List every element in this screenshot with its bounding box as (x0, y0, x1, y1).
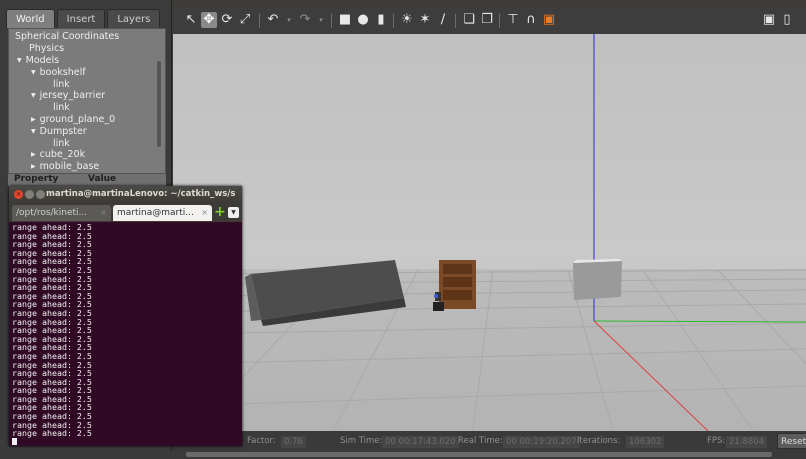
bottom-scroll-strip (0, 451, 806, 459)
cube-20k-model[interactable] (573, 259, 622, 300)
spot-light-icon[interactable]: ✶ (417, 12, 433, 28)
toolbar: ↖ ✥ ⟳ ⤢ ↶ ▾ ↷ ▾ ■ ● ▮ ☀ ✶ ∕ ❏ ❐ ⊤ ∩ ▣ ▣ … (173, 8, 806, 34)
horizontal-scrollbar[interactable] (186, 452, 772, 457)
translate-icon[interactable]: ✥ (201, 12, 217, 28)
terminal-tab-active[interactable]: martina@marti... × (113, 205, 212, 221)
world-tree: Spherical Coordinates Physics Models boo… (8, 28, 166, 174)
terminal-line: range ahead: 2.5 (12, 428, 92, 439)
terminal-tab-label: martina@marti... (117, 208, 194, 218)
jersey-barrier-model[interactable] (245, 260, 406, 326)
real-time-label: Real Time: (458, 436, 503, 446)
paste-icon[interactable]: ❐ (479, 12, 495, 28)
terminal-cursor (12, 437, 17, 445)
tree-item-physics[interactable]: Physics (29, 43, 64, 54)
tab-insert[interactable]: Insert (56, 9, 106, 28)
y-axis-line (593, 320, 806, 323)
align-icon[interactable]: ⊤ (505, 12, 521, 28)
cylinder-shape-icon[interactable]: ▮ (373, 12, 389, 28)
record-icon[interactable]: ▯ (779, 12, 795, 28)
toolbar-separator (499, 14, 500, 28)
box-shape-icon[interactable]: ■ (337, 12, 353, 28)
property-header: Property Value (8, 174, 166, 186)
iterations-value: 106302 (626, 436, 665, 448)
close-icon[interactable]: × (14, 190, 23, 199)
tab-world[interactable]: World (6, 9, 55, 28)
toolbar-separator (393, 14, 394, 28)
tree-item-mobile-base[interactable]: mobile_base (31, 161, 100, 172)
select-arrow-icon[interactable]: ↖ (183, 12, 199, 28)
toolbar-separator (331, 14, 332, 28)
sim-time-value: 00 00:17:43.020 (382, 436, 459, 448)
real-time-factor-label: Factor: (247, 436, 276, 446)
close-tab-icon[interactable]: × (201, 205, 208, 221)
status-bar: Factor: 0.76 Sim Time: 00 00:17:43.020 R… (173, 431, 806, 451)
real-time-factor-value: 0.76 (281, 436, 306, 448)
rotate-icon[interactable]: ⟳ (219, 12, 235, 28)
screenshot-icon[interactable]: ▣ (761, 12, 777, 28)
property-column-label: Property (14, 174, 59, 184)
tree-item-jersey-barrier-link[interactable]: link (53, 102, 70, 113)
snap-icon[interactable]: ∩ (523, 12, 539, 28)
minimize-icon[interactable] (25, 190, 34, 199)
fps-label: FPS: (707, 436, 726, 446)
undo-dropdown-icon[interactable]: ▾ (281, 12, 297, 28)
terminal-titlebar[interactable]: × martina@martinaLenovo: ~/catkin_ws/s (9, 186, 242, 203)
scene-svg (173, 34, 806, 431)
terminal-tab-label: /opt/ros/kineti... (16, 208, 88, 218)
directional-light-icon[interactable]: ∕ (435, 12, 451, 28)
terminal-tab-ros[interactable]: /opt/ros/kineti... × (12, 205, 111, 221)
real-time-value: 00 00:19:20.207 (503, 436, 580, 448)
tab-layers[interactable]: Layers (107, 9, 161, 28)
copy-icon[interactable]: ❏ (461, 12, 477, 28)
tree-item-spherical-coordinates[interactable]: Spherical Coordinates (15, 31, 119, 42)
new-tab-button[interactable]: + (214, 205, 226, 219)
toolbar-separator (455, 14, 456, 28)
toolbar-separator (259, 14, 260, 28)
terminal-title: martina@martinaLenovo: ~/catkin_ws/s (46, 189, 236, 199)
tree-scrollbar[interactable] (157, 61, 161, 147)
bookshelf-model[interactable] (439, 260, 476, 309)
tree-item-models[interactable]: Models (17, 55, 59, 66)
value-column-label: Value (88, 174, 117, 184)
tree-item-ground-plane[interactable]: ground_plane_0 (31, 114, 116, 125)
point-light-icon[interactable]: ☀ (399, 12, 415, 28)
tab-menu-button[interactable]: ▼ (228, 207, 239, 218)
3d-viewport[interactable] (173, 34, 806, 431)
undo-icon[interactable]: ↶ (265, 12, 281, 28)
tree-item-dumpster-link[interactable]: link (53, 138, 70, 149)
terminal-output[interactable]: range ahead: 2.5 range ahead: 2.5 range ah… (12, 223, 240, 445)
iterations-label: Iterations: (577, 436, 621, 446)
left-panel-tabs: World Insert Layers (6, 9, 161, 28)
x-axis-line (593, 320, 709, 431)
tree-item-cube-20k[interactable]: cube_20k (31, 149, 85, 160)
fps-value: 21.8804 (726, 436, 768, 448)
scale-icon[interactable]: ⤢ (237, 12, 253, 28)
color-icon[interactable]: ▣ (541, 12, 557, 28)
close-tab-icon[interactable]: × (100, 205, 107, 221)
terminal-window[interactable]: × martina@martinaLenovo: ~/catkin_ws/s /… (9, 186, 242, 446)
tree-item-dumpster[interactable]: Dumpster (31, 126, 87, 137)
terminal-tabs: /opt/ros/kineti... × martina@marti... × … (9, 203, 242, 222)
reset-button[interactable]: Reset (777, 433, 806, 449)
tree-item-jersey-barrier[interactable]: jersey_barrier (31, 90, 105, 101)
redo-dropdown-icon[interactable]: ▾ (313, 12, 329, 28)
redo-icon[interactable]: ↷ (297, 12, 313, 28)
maximize-icon[interactable] (36, 190, 45, 199)
tree-item-bookshelf-link[interactable]: link (53, 79, 70, 90)
tree-item-bookshelf[interactable]: bookshelf (31, 67, 86, 78)
sphere-shape-icon[interactable]: ● (355, 12, 371, 28)
sim-time-label: Sim Time: (340, 436, 383, 446)
